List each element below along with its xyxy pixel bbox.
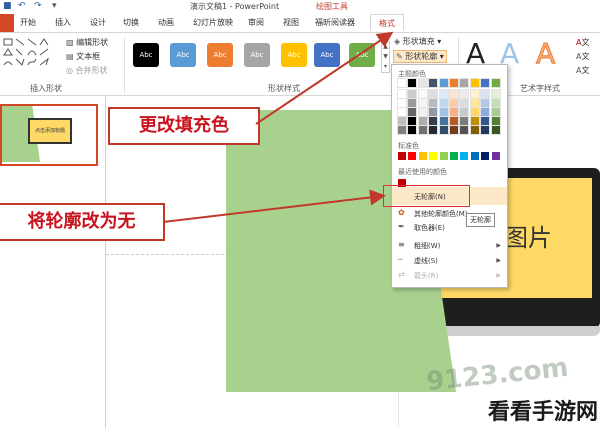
weight-menu-item[interactable]: ≡ 粗细(W) ▶ xyxy=(392,238,507,252)
theme-color-swatch[interactable] xyxy=(438,107,449,117)
theme-color-swatch[interactable] xyxy=(428,107,439,117)
standard-color-swatch[interactable] xyxy=(491,152,500,160)
standard-color-row[interactable] xyxy=(398,152,502,162)
standard-color-swatch[interactable] xyxy=(398,152,406,160)
no-outline-tooltip: 无轮廓 xyxy=(466,213,495,227)
theme-color-swatch[interactable] xyxy=(407,116,418,126)
theme-colors-label: 主题颜色 xyxy=(398,70,426,78)
standard-color-swatch[interactable] xyxy=(460,152,469,160)
theme-color-swatch[interactable] xyxy=(438,78,449,88)
standard-color-swatch[interactable] xyxy=(429,152,438,160)
arrow-to-shape-fill xyxy=(255,31,394,125)
theme-color-swatch[interactable] xyxy=(428,98,439,108)
theme-color-swatch[interactable] xyxy=(438,116,449,126)
theme-color-swatch[interactable] xyxy=(449,125,459,135)
theme-color-swatch[interactable] xyxy=(459,89,470,99)
theme-color-swatch[interactable] xyxy=(397,89,407,99)
theme-color-swatch[interactable] xyxy=(417,125,428,135)
submenu-arrow-icon: ▶ xyxy=(496,242,501,249)
theme-color-swatch[interactable] xyxy=(449,78,459,88)
dash-style-icon: ┄ xyxy=(398,255,403,264)
theme-color-swatch[interactable] xyxy=(417,78,428,88)
theme-color-swatch[interactable] xyxy=(469,98,480,108)
theme-color-swatch[interactable] xyxy=(449,116,459,126)
dashes-menu-item[interactable]: ┄ 虚线(S) ▶ xyxy=(392,253,507,267)
theme-color-swatch[interactable] xyxy=(480,125,491,135)
theme-color-swatch[interactable] xyxy=(480,98,491,108)
eyedropper-icon: ✒ xyxy=(398,222,405,231)
recent-colors-label: 最近使用的颜色 xyxy=(398,168,447,176)
theme-color-swatch[interactable] xyxy=(397,107,407,117)
no-outline-highlight xyxy=(383,185,470,207)
theme-color-swatch[interactable] xyxy=(459,78,470,88)
color-wheel-icon: ✿ xyxy=(398,208,405,217)
theme-color-swatch[interactable] xyxy=(490,116,501,126)
theme-color-swatch[interactable] xyxy=(469,89,480,99)
theme-color-swatch[interactable] xyxy=(490,107,501,117)
theme-color-swatch[interactable] xyxy=(449,107,459,117)
theme-color-swatch[interactable] xyxy=(397,116,407,126)
theme-color-swatch[interactable] xyxy=(480,107,491,117)
theme-color-grid[interactable] xyxy=(397,78,502,135)
theme-color-swatch[interactable] xyxy=(490,78,501,88)
arrow-to-no-outline xyxy=(162,189,386,223)
theme-color-swatch[interactable] xyxy=(438,89,449,99)
standard-color-swatch[interactable] xyxy=(450,152,458,160)
theme-color-swatch[interactable] xyxy=(449,89,459,99)
theme-color-swatch[interactable] xyxy=(407,98,418,108)
theme-color-swatch[interactable] xyxy=(480,116,491,126)
theme-color-swatch[interactable] xyxy=(490,125,501,135)
theme-color-swatch[interactable] xyxy=(459,98,470,108)
theme-color-swatch[interactable] xyxy=(397,125,407,135)
theme-color-swatch[interactable] xyxy=(490,98,501,108)
theme-color-swatch[interactable] xyxy=(459,116,470,126)
theme-color-swatch[interactable] xyxy=(449,98,459,108)
line-weight-icon: ≡ xyxy=(398,240,405,249)
theme-color-swatch[interactable] xyxy=(417,107,428,117)
theme-color-swatch[interactable] xyxy=(480,89,491,99)
standard-color-swatch[interactable] xyxy=(470,152,479,160)
submenu-arrow-icon: ▶ xyxy=(496,257,501,264)
theme-color-swatch[interactable] xyxy=(469,107,480,117)
theme-color-swatch[interactable] xyxy=(407,125,418,135)
submenu-arrow-icon: ▶ xyxy=(496,272,501,279)
theme-color-swatch[interactable] xyxy=(428,89,439,99)
theme-color-swatch[interactable] xyxy=(417,116,428,126)
annotation-arrows xyxy=(162,31,394,223)
standard-color-swatch[interactable] xyxy=(408,152,417,160)
standard-color-swatch[interactable] xyxy=(418,152,427,160)
theme-color-swatch[interactable] xyxy=(397,78,407,88)
theme-color-swatch[interactable] xyxy=(438,98,449,108)
theme-color-swatch[interactable] xyxy=(490,89,501,99)
theme-color-swatch[interactable] xyxy=(480,78,491,88)
theme-color-swatch[interactable] xyxy=(469,116,480,126)
standard-colors-label: 标准色 xyxy=(398,142,419,150)
theme-color-swatch[interactable] xyxy=(407,107,418,117)
theme-color-swatch[interactable] xyxy=(397,98,407,108)
theme-color-swatch[interactable] xyxy=(469,125,480,135)
theme-color-swatch[interactable] xyxy=(428,125,439,135)
theme-color-swatch[interactable] xyxy=(428,78,439,88)
theme-color-swatch[interactable] xyxy=(459,125,470,135)
arrow-style-icon: ⇄ xyxy=(398,270,405,279)
theme-color-swatch[interactable] xyxy=(459,107,470,117)
standard-color-swatch[interactable] xyxy=(439,152,448,160)
theme-color-swatch[interactable] xyxy=(428,116,439,126)
theme-color-swatch[interactable] xyxy=(417,89,428,99)
theme-color-swatch[interactable] xyxy=(438,125,449,135)
theme-color-swatch[interactable] xyxy=(407,89,418,99)
arrows-menu-item[interactable]: ⇄ 箭头(R) ▶ xyxy=(392,268,507,282)
theme-color-swatch[interactable] xyxy=(469,78,480,88)
theme-color-swatch[interactable] xyxy=(407,78,418,88)
shape-outline-dropdown: 主题颜色 标准色 最近使用的颜色 无轮廓(N) ✿ 其他轮廓颜色(M)... ✒… xyxy=(391,64,508,288)
theme-color-swatch[interactable] xyxy=(417,98,428,108)
standard-color-swatch[interactable] xyxy=(481,152,490,160)
